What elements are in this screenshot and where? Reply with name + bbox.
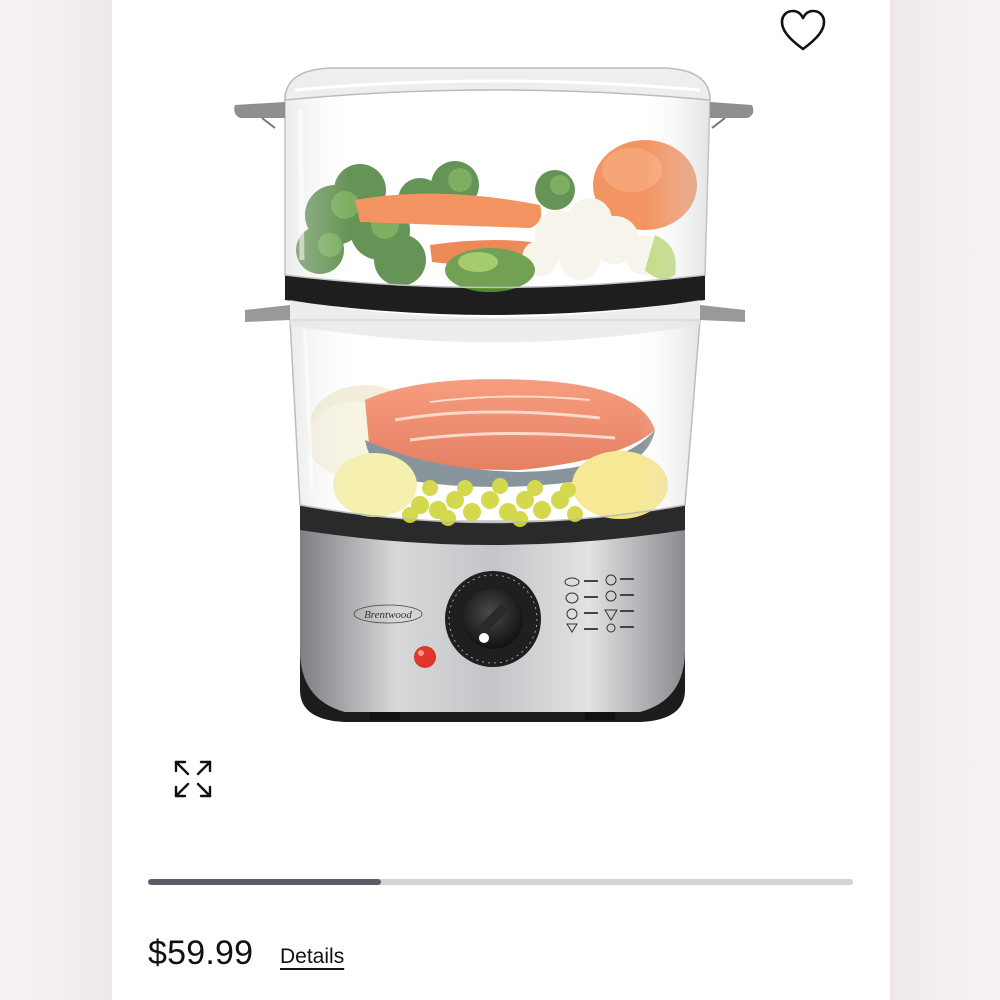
product-image-food-steamer[interactable]: Brentwood bbox=[112, 20, 852, 820]
expand-arrows-icon[interactable] bbox=[170, 756, 216, 802]
favorite-heart-icon[interactable] bbox=[778, 8, 828, 54]
image-carousel-progress-fill bbox=[148, 879, 381, 885]
details-link[interactable]: Details bbox=[280, 945, 344, 969]
page-background-right bbox=[888, 0, 1000, 1000]
svg-text:Brentwood: Brentwood bbox=[364, 609, 412, 621]
product-price: $59.99 bbox=[148, 934, 254, 972]
page-background-left bbox=[0, 0, 112, 1000]
image-carousel-progress bbox=[148, 879, 853, 885]
